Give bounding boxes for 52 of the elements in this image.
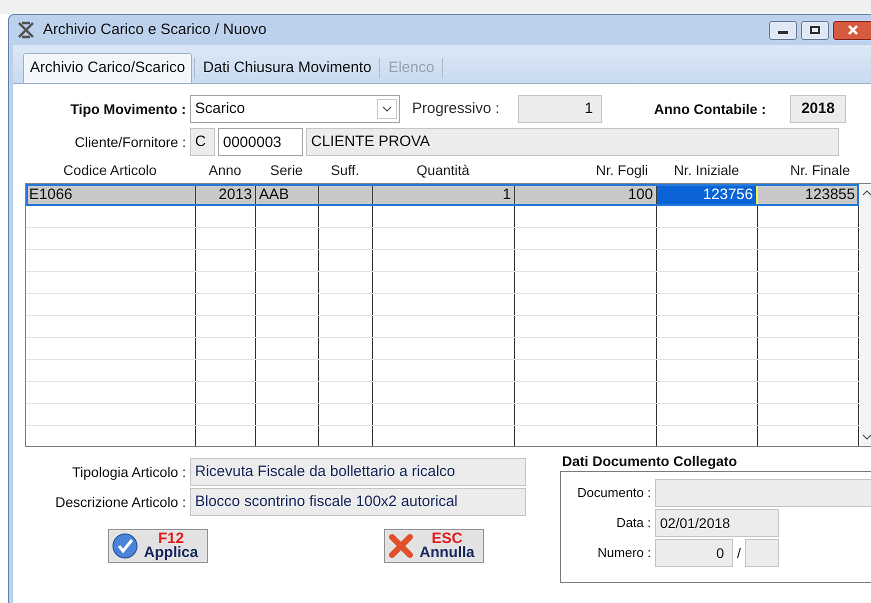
minimize-button[interactable] bbox=[769, 20, 797, 40]
table-cell: 2013 bbox=[196, 184, 256, 206]
table-cell: E1066 bbox=[26, 184, 196, 206]
window-icon bbox=[17, 21, 35, 39]
field-label: Cliente/Fornitore : bbox=[74, 132, 187, 152]
cross-icon bbox=[388, 533, 414, 559]
chevron-up-icon bbox=[862, 190, 871, 196]
column-header: Codice Articolo bbox=[62, 161, 158, 180]
maximize-button[interactable] bbox=[801, 20, 829, 40]
close-button[interactable] bbox=[833, 20, 871, 40]
column-header: Suff. bbox=[330, 161, 360, 180]
field-label: Descrizione Articolo : bbox=[54, 492, 187, 512]
separator-text: / bbox=[737, 544, 741, 562]
cancel-button[interactable]: ESC Annulla bbox=[384, 529, 484, 563]
field-label: Anno Contabile : bbox=[654, 100, 767, 118]
date-field: 02/01/2018 bbox=[655, 509, 779, 537]
table-cell: 1 bbox=[373, 184, 515, 206]
check-circle-icon bbox=[112, 533, 138, 559]
field-label: Tipologia Articolo : bbox=[71, 462, 187, 482]
column-header: Quantità bbox=[416, 161, 470, 180]
tab[interactable]: Archivio Carico/Scarico bbox=[23, 53, 192, 83]
type-field: C bbox=[190, 128, 215, 156]
field-label: Progressivo : bbox=[412, 98, 501, 119]
column-header: Nr. Finale bbox=[789, 161, 851, 180]
group-title: Dati Documento Collegato bbox=[562, 452, 738, 471]
anno-contabile-field: 2018 bbox=[790, 95, 846, 123]
apply-button[interactable]: F12 Applica bbox=[108, 529, 208, 563]
descrizione-field: Blocco scontrino fiscale 100x2 autorical bbox=[190, 488, 526, 516]
chevron-down-icon bbox=[382, 106, 392, 112]
field-label: Data : bbox=[615, 514, 652, 532]
field-label: Numero : bbox=[596, 544, 652, 562]
field-label: Documento : bbox=[576, 484, 652, 502]
client-name-field: CLIENTE PROVA bbox=[306, 128, 839, 156]
numero-suffix-field bbox=[744, 539, 779, 567]
window-title: Archivio Carico e Scarico / Nuovo bbox=[43, 20, 266, 40]
close-icon bbox=[848, 25, 858, 35]
tipologia-field: Ricevuta Fiscale da bollettario a ricalco bbox=[190, 458, 526, 486]
column-header: Serie bbox=[269, 161, 304, 180]
table-row[interactable]: E1066 2013 AAB 1 100 123756 123855 bbox=[26, 184, 859, 206]
scrollbar[interactable] bbox=[859, 184, 871, 446]
column-header: Nr. Fogli bbox=[594, 161, 649, 180]
dropdown-field[interactable]: Scarico bbox=[190, 95, 400, 123]
progressivo-field: 1 bbox=[518, 95, 602, 123]
column-header: Anno bbox=[208, 161, 242, 180]
chevron-down-icon bbox=[862, 434, 871, 440]
numero-field: 0 bbox=[655, 539, 733, 567]
code-field[interactable]: 0000003 bbox=[218, 128, 303, 156]
table-cell: 123756 bbox=[657, 184, 758, 206]
tab[interactable]: Dati Chiusura Movimento bbox=[197, 53, 378, 83]
table-cell: AAB bbox=[256, 184, 319, 206]
column-header: Nr. Iniziale bbox=[672, 161, 740, 180]
field-label: Tipo Movimento : bbox=[69, 100, 187, 119]
